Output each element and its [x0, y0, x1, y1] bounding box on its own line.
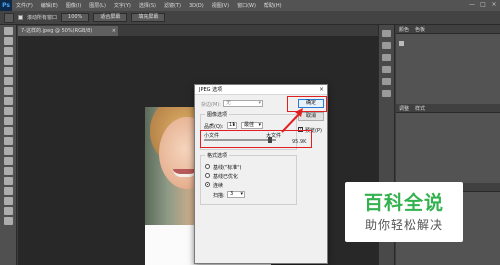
- minimize-button[interactable]: —: [468, 1, 476, 9]
- menu-3d[interactable]: 3D(D): [185, 3, 208, 9]
- type-tool-icon[interactable]: [3, 177, 13, 185]
- adjustments-panel-header: 调整 样式: [396, 104, 500, 113]
- quality-input[interactable]: 11: [227, 122, 237, 129]
- watermark-main-text: 百科全说: [363, 192, 444, 214]
- hand-tool-icon[interactable]: [4, 12, 14, 23]
- zoom-100-button[interactable]: 100%: [61, 13, 90, 22]
- brush-settings-icon[interactable]: [382, 54, 391, 61]
- menu-select[interactable]: 选择(S): [135, 2, 160, 9]
- menu-help[interactable]: 帮助(H): [260, 2, 286, 9]
- image-options-label: 图像选项: [205, 111, 230, 118]
- close-window-button[interactable]: ×: [490, 1, 498, 9]
- swatch-row: [399, 39, 497, 47]
- info-icon[interactable]: [382, 90, 391, 97]
- menu-window[interactable]: 窗口(W): [233, 2, 260, 9]
- properties-icon[interactable]: [382, 42, 391, 49]
- adjustments-panel-body: [396, 113, 500, 183]
- document-tab[interactable]: 7-这样的.jpeg @ 50%(RGB/8) ×: [18, 26, 118, 36]
- dodge-tool-icon[interactable]: [3, 157, 13, 165]
- menu-view[interactable]: 视图(V): [208, 2, 233, 9]
- scroll-all-label: 滚动所有窗口: [27, 15, 58, 21]
- menu-file[interactable]: 文件(F): [12, 2, 37, 9]
- dialog-title-bar: JPEG 选项 ×: [195, 85, 327, 95]
- baseline-standard-radio[interactable]: [205, 164, 210, 169]
- character-icon[interactable]: [382, 66, 391, 73]
- dialog-title: JPEG 选项: [199, 87, 223, 93]
- progressive-radio[interactable]: [205, 182, 210, 187]
- quality-label: 品质(Q):: [204, 124, 224, 130]
- history-brush-tool-icon[interactable]: [3, 117, 13, 125]
- path-select-tool-icon[interactable]: [3, 187, 13, 195]
- pen-tool-icon[interactable]: [3, 167, 13, 175]
- watermark-badge: 百科全说 助你轻松解决: [345, 182, 463, 242]
- marquee-tool-icon[interactable]: [3, 37, 13, 45]
- progressive-label: 连续: [213, 183, 224, 189]
- healing-brush-tool-icon[interactable]: [3, 87, 13, 95]
- scroll-all-checkbox[interactable]: [18, 15, 23, 20]
- color-panel-header: 颜色 色板: [396, 25, 500, 34]
- menu-type[interactable]: 文字(Y): [110, 2, 135, 9]
- menu-layer[interactable]: 图层(L): [85, 2, 110, 9]
- photoshop-logo: Ps: [0, 0, 12, 11]
- maximize-button[interactable]: □: [479, 1, 487, 9]
- color-panel-body: [396, 34, 500, 104]
- tools-panel: [0, 25, 17, 265]
- shape-tool-icon[interactable]: [3, 197, 13, 205]
- eyedropper-tool-icon[interactable]: [3, 77, 13, 85]
- tab-styles[interactable]: 样式: [415, 105, 425, 112]
- watermark-sub-text: 助你轻松解决: [364, 218, 443, 232]
- lasso-tool-icon[interactable]: [3, 47, 13, 55]
- brush-tool-icon[interactable]: [3, 97, 13, 105]
- blur-tool-icon[interactable]: [3, 147, 13, 155]
- dialog-close-icon[interactable]: ×: [319, 85, 324, 95]
- quality-slider-highlight: [200, 130, 312, 148]
- matte-select[interactable]: 无: [223, 100, 263, 107]
- format-options-label: 格式选项: [205, 152, 230, 159]
- close-document-icon[interactable]: ×: [112, 26, 116, 36]
- scans-select[interactable]: 3: [227, 191, 245, 198]
- baseline-optimized-label: 基线已优化: [213, 174, 239, 180]
- eraser-tool-icon[interactable]: [3, 127, 13, 135]
- zoom-tool-icon[interactable]: [3, 217, 13, 225]
- cancel-button[interactable]: 取消: [298, 112, 324, 121]
- menu-bar: Ps 文件(F) 编辑(E) 图像(I) 图层(L) 文字(Y) 选择(S) 滤…: [0, 0, 500, 11]
- tab-color[interactable]: 颜色: [399, 26, 409, 33]
- tab-adjustments[interactable]: 调整: [399, 105, 409, 112]
- baseline-standard-label: 基线("标准"): [213, 165, 242, 171]
- gradient-tool-icon[interactable]: [3, 137, 13, 145]
- document-tab-label: 7-这样的.jpeg @ 50%(RGB/8): [21, 28, 93, 34]
- quality-level-select[interactable]: 最佳: [241, 122, 263, 129]
- ok-button-highlight: [287, 96, 327, 112]
- menu-image[interactable]: 图像(I): [62, 2, 85, 9]
- color-swatch[interactable]: [399, 40, 404, 46]
- paragraph-icon[interactable]: [382, 78, 391, 85]
- menu-edit[interactable]: 编辑(E): [37, 2, 62, 9]
- fit-screen-button[interactable]: 适合屏幕: [93, 13, 128, 22]
- move-tool-icon[interactable]: [3, 27, 13, 35]
- baseline-optimized-radio[interactable]: [205, 173, 210, 178]
- options-bar: 滚动所有窗口 100% 适合屏幕 填充屏幕: [0, 11, 500, 25]
- menu-filter[interactable]: 滤镜(T): [160, 2, 185, 9]
- crop-tool-icon[interactable]: [3, 67, 13, 75]
- fill-screen-button[interactable]: 填充屏幕: [131, 13, 166, 22]
- scans-label: 扫描:: [213, 193, 225, 199]
- hand-tool-icon[interactable]: [3, 207, 13, 215]
- clone-stamp-tool-icon[interactable]: [3, 107, 13, 115]
- history-icon[interactable]: [382, 30, 391, 37]
- window-controls: — □ ×: [468, 1, 498, 9]
- matte-label: 杂边(M):: [201, 102, 221, 108]
- tab-swatches[interactable]: 色板: [415, 26, 425, 33]
- quick-select-tool-icon[interactable]: [3, 57, 13, 65]
- photoshop-window: Ps 文件(F) 编辑(E) 图像(I) 图层(L) 文字(Y) 选择(S) 滤…: [0, 0, 500, 265]
